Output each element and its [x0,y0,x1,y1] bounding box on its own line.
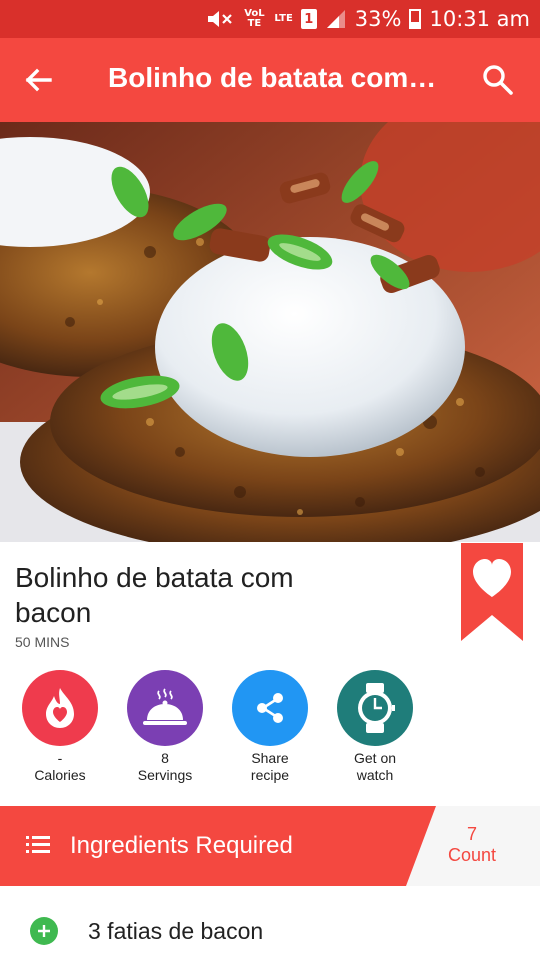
battery-icon [409,9,422,29]
sim-icon: 1 [300,9,317,29]
ingredients-count-value: 7 [466,824,477,844]
mute-icon [208,11,233,27]
search-icon[interactable] [478,60,518,100]
calories-action[interactable]: - Calories [12,670,108,784]
ingredients-header: Ingredients Required 7 Count [0,806,540,886]
back-arrow-icon[interactable] [18,60,58,100]
flame-icon [22,670,98,746]
calories-value: - [57,750,63,766]
servings-value: 8 [161,750,169,766]
recipe-duration: 50 MINS [15,634,70,650]
watch-label-line1: Get on [353,750,397,766]
servings-action[interactable]: 8 Servings [117,670,213,784]
watch-action[interactable]: Get on watch [327,670,423,784]
battery-percent: 33% [354,7,402,31]
lte-indicator: LTE [274,13,293,24]
recipe-photo [0,122,540,542]
ingredient-item[interactable]: 3 fatias de bacon [0,900,540,960]
add-icon[interactable] [30,917,58,945]
app-bar-title: Bolinho de batata com… [108,62,437,93]
cloche-icon [127,670,203,746]
app-bar: Bolinho de batata com… [0,38,540,122]
share-label-line1: Share [251,750,289,766]
volte-indicator: VoLTE [244,8,265,29]
share-icon [232,670,308,746]
clock: 10:31 am [429,7,530,31]
ingredients-count-label: Count [447,845,497,865]
list-icon [26,836,50,853]
ingredients-title: Ingredients Required [70,832,293,859]
recipe-title: Bolinho de batata com bacon [15,562,294,628]
calories-label: Calories [34,767,86,783]
favorite-ribbon[interactable] [461,543,523,641]
watch-label-line2: watch [356,767,394,783]
watch-icon [337,670,413,746]
share-label-line2: recipe [250,767,290,783]
share-action[interactable]: Share recipe [222,670,318,784]
status-bar: VoLTE LTE 1 33% 10:31 am [0,0,540,38]
servings-label: Servings [137,767,193,783]
ingredients-count: 7 Count [436,824,508,866]
ingredient-text: 3 fatias de bacon [88,918,264,944]
signal-icon [326,10,345,28]
